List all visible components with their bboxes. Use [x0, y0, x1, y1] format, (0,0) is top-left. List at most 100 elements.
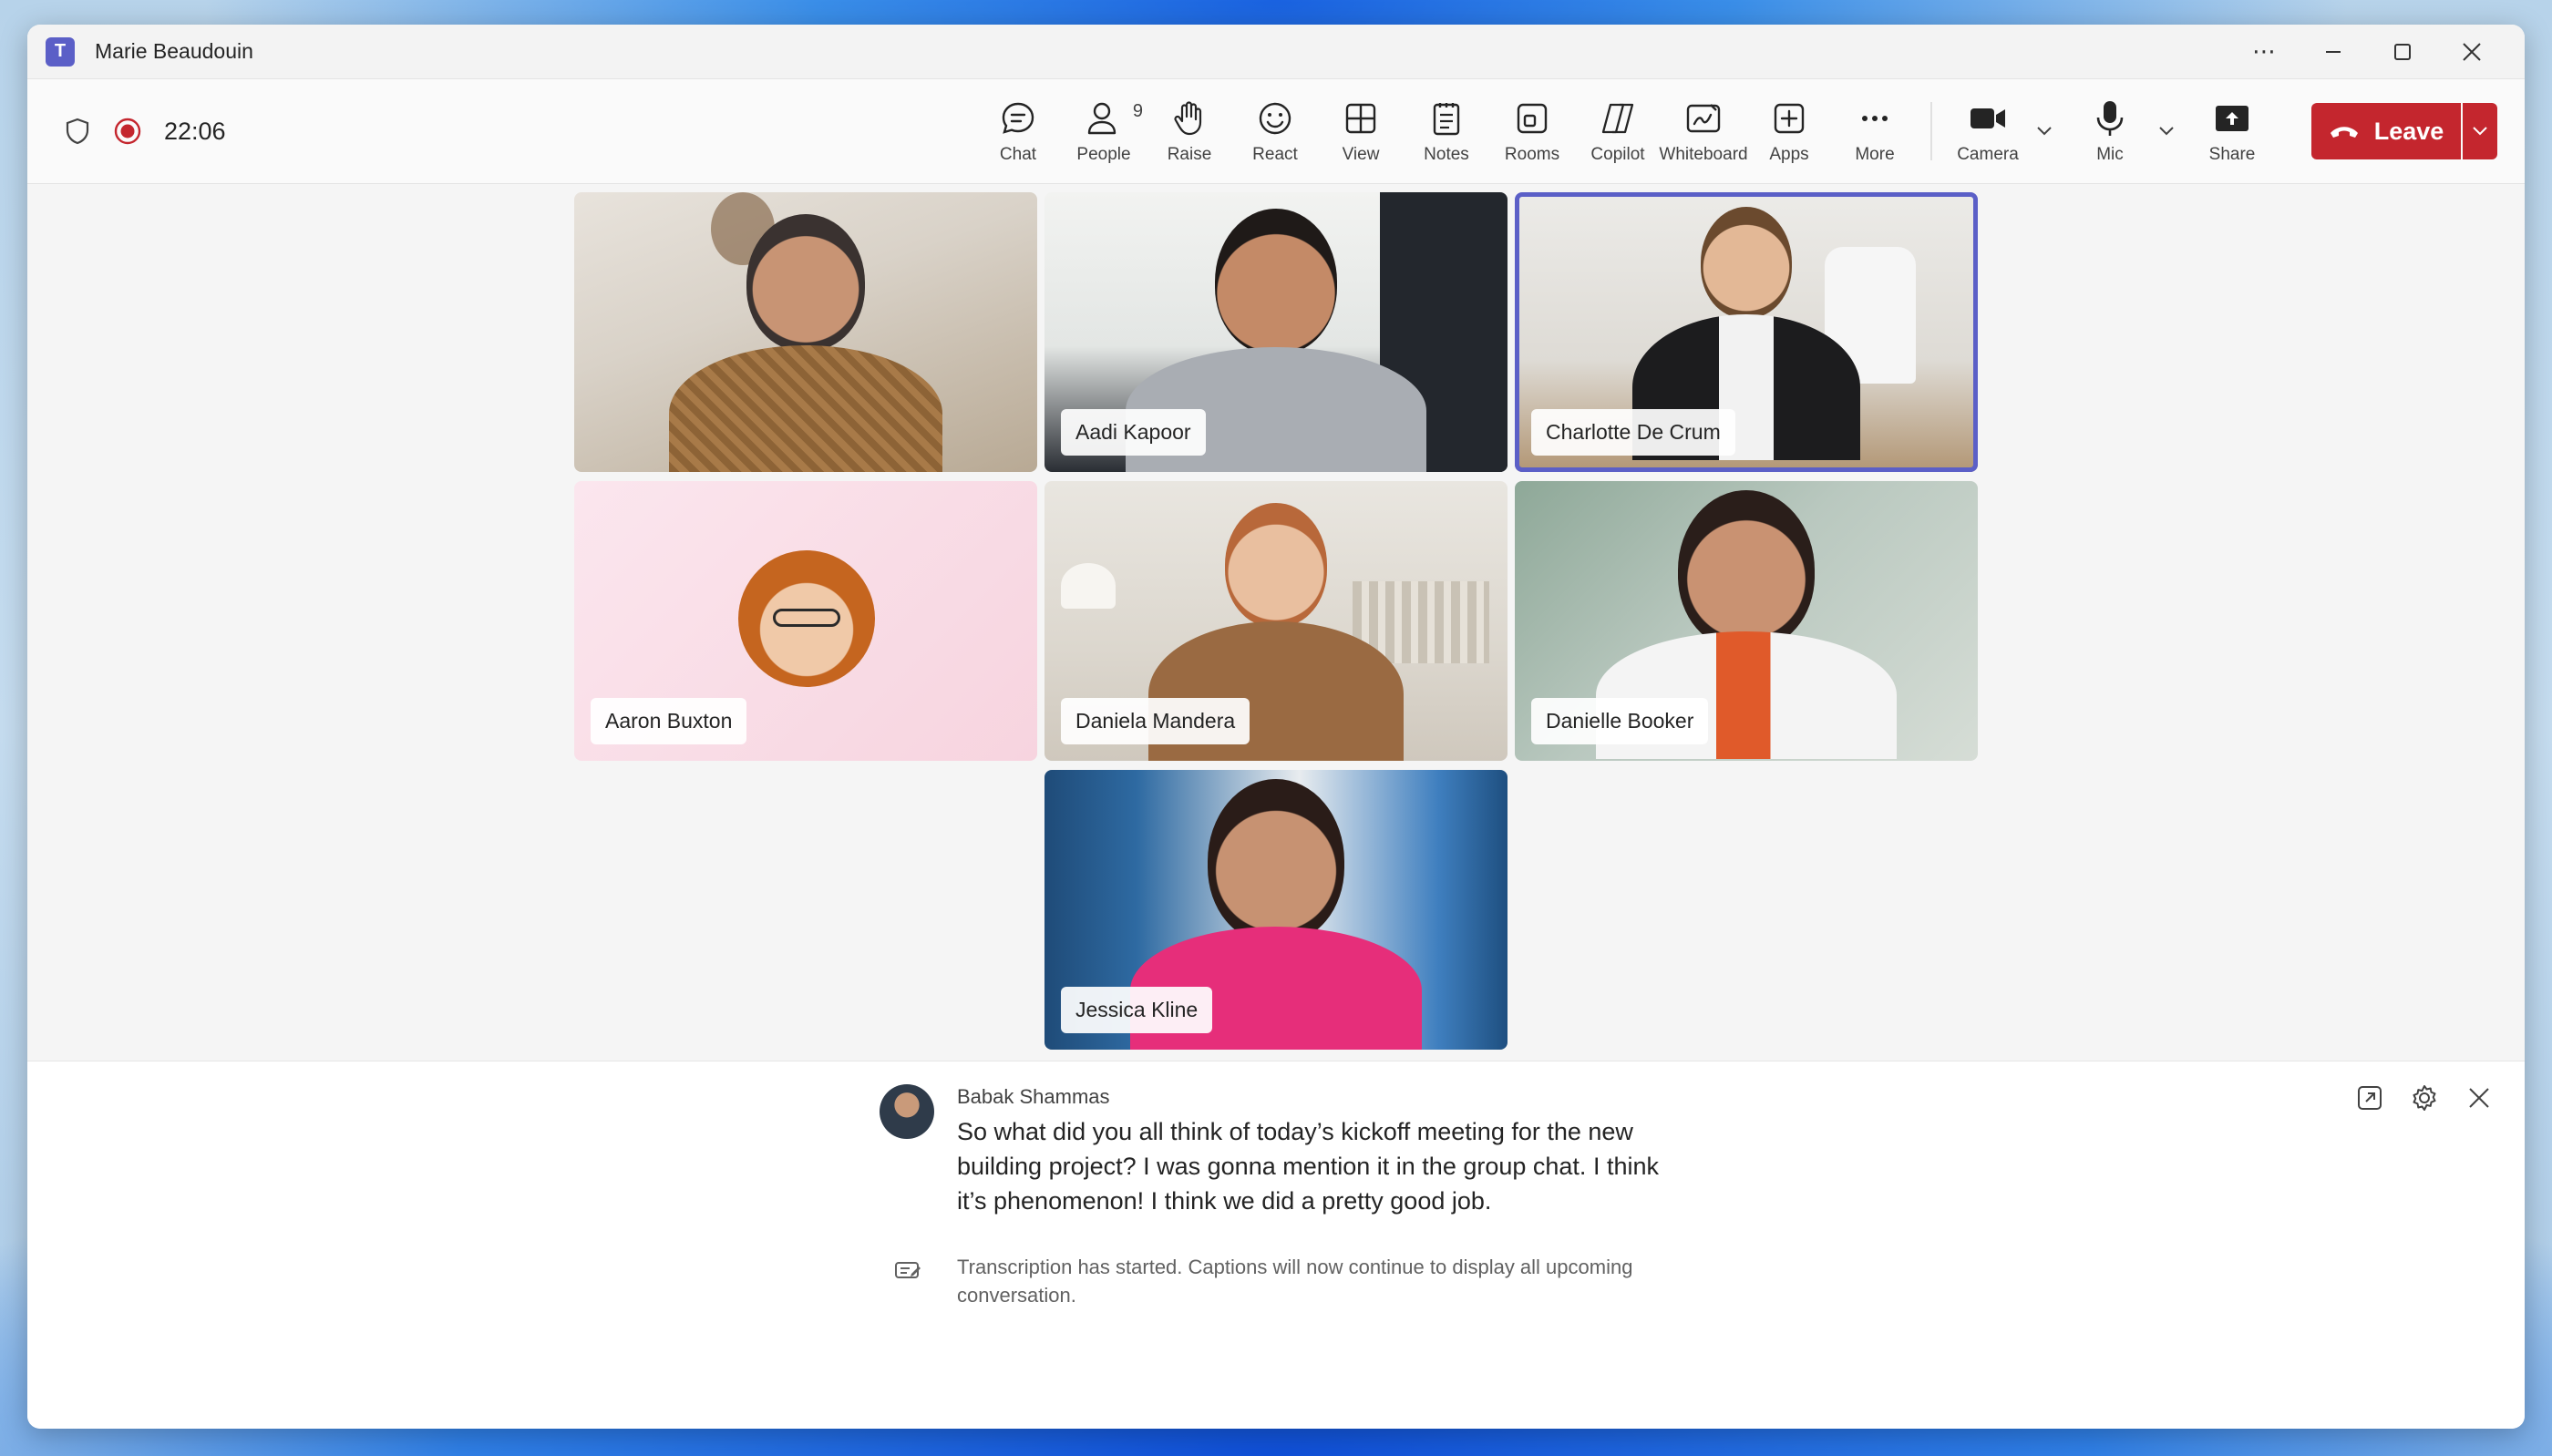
chat-bubble-icon [1002, 102, 1034, 134]
close-icon [2463, 42, 2481, 61]
participant-name-tag: Charlotte De Crum [1531, 409, 1735, 456]
share-screen-icon [2216, 106, 2248, 131]
whiteboard-label: Whiteboard [1659, 145, 1748, 164]
participant-name-tag: Aadi Kapoor [1061, 409, 1206, 456]
leave-label: Leave [2373, 117, 2444, 145]
react-label: React [1252, 145, 1298, 164]
react-button[interactable]: React [1232, 90, 1318, 172]
minimize-icon [2326, 50, 2341, 53]
gear-icon [2413, 1085, 2436, 1111]
leave-options-chevron[interactable] [2463, 103, 2497, 159]
camera-icon [1971, 108, 2005, 128]
title-bar: T Marie Beaudouin ⋯ [27, 25, 2525, 79]
apps-plus-icon [1774, 103, 1805, 134]
people-count-badge: 9 [1132, 101, 1143, 121]
close-icon [2469, 1088, 2489, 1108]
participant-video-tile[interactable]: Aadi Kapoor [1044, 192, 1508, 472]
notes-icon [1433, 103, 1460, 136]
close-window-button[interactable] [2437, 25, 2506, 79]
shield-icon[interactable] [64, 117, 91, 146]
pop-out-captions-button[interactable] [2351, 1080, 2388, 1116]
maximize-button[interactable] [2368, 25, 2437, 79]
mic-options-chevron[interactable] [2153, 90, 2180, 172]
hang-up-phone-icon [2330, 127, 2358, 138]
more-dots-icon [1862, 116, 1888, 121]
caption-tools [2351, 1080, 2497, 1116]
camera-label: Camera [1957, 145, 2019, 164]
share-label: Share [2208, 145, 2256, 164]
caption-text: So what did you all think of today’s kic… [957, 1118, 1659, 1215]
participant-name-tag: Danielle Booker [1531, 698, 1709, 744]
participant-avatar-tile[interactable]: Aaron Buxton [574, 481, 1037, 761]
participant-video-tile[interactable]: Daniela Mandera [1044, 481, 1508, 761]
smiley-icon [1259, 102, 1291, 135]
whiteboard-button[interactable]: Whiteboard [1659, 90, 1748, 172]
toolbar-divider [1930, 102, 1932, 160]
glasses-icon [773, 609, 840, 627]
close-captions-button[interactable] [2461, 1080, 2497, 1116]
view-label: View [1342, 145, 1380, 164]
live-captions-panel: Babak Shammas So what did you all think … [27, 1061, 2525, 1429]
teams-meeting-window: T Marie Beaudouin ⋯ 22:06 Chat 9 People … [27, 25, 2525, 1429]
participant-video-tile-active[interactable]: Charlotte De Crum [1515, 192, 1978, 472]
raise-label: Raise [1167, 145, 1212, 164]
rooms-button[interactable]: Rooms [1489, 90, 1575, 172]
chevron-down-icon [2473, 127, 2487, 136]
window-title: Marie Beaudouin [95, 39, 253, 63]
people-icon [1087, 102, 1116, 135]
participant-name-tag: Daniela Mandera [1061, 698, 1250, 744]
meeting-timer: 22:06 [164, 117, 226, 145]
mic-label: Mic [2096, 145, 2124, 164]
mic-button[interactable]: Mic [2067, 90, 2153, 172]
share-button[interactable]: Share [2189, 90, 2275, 172]
people-label: People [1076, 145, 1131, 164]
teams-logo-icon: T [46, 36, 75, 67]
people-button[interactable]: 9 People [1061, 90, 1147, 172]
notes-label: Notes [1424, 145, 1469, 164]
view-button[interactable]: View [1318, 90, 1404, 172]
more-label: More [1855, 145, 1895, 164]
participant-name-tag: Aaron Buxton [591, 698, 747, 744]
pop-out-icon [2358, 1086, 2382, 1110]
transcription-notice: Transcription has started. Captions will… [957, 1256, 1633, 1307]
microphone-icon [2096, 101, 2124, 136]
background-lamp [1061, 563, 1116, 609]
raise-hand-button[interactable]: Raise [1147, 90, 1232, 172]
chat-label: Chat [999, 145, 1037, 164]
grid-view-icon [1345, 103, 1376, 134]
speaker-avatar [880, 1084, 934, 1139]
participant-video-tile[interactable]: Danielle Booker [1515, 481, 1978, 761]
chat-button[interactable]: Chat [975, 90, 1061, 172]
rooms-icon [1517, 103, 1548, 134]
participant-video-tile[interactable] [574, 192, 1037, 472]
rooms-label: Rooms [1504, 145, 1560, 164]
recording-icon[interactable] [113, 117, 142, 146]
leave-button[interactable]: Leave [2311, 103, 2461, 159]
meeting-toolbar: 22:06 Chat 9 People Raise React View Not… [27, 79, 2525, 184]
caption-speaker-name: Babak Shammas [957, 1085, 1110, 1108]
raise-hand-icon [1174, 101, 1202, 136]
chevron-down-icon [2037, 127, 2052, 136]
more-options-icon[interactable]: ⋯ [2229, 25, 2299, 79]
camera-options-chevron[interactable] [2031, 90, 2058, 172]
copilot-label: Copilot [1590, 145, 1645, 164]
apps-label: Apps [1769, 145, 1809, 164]
participant-avatar [738, 550, 875, 687]
copilot-button[interactable]: Copilot [1575, 90, 1661, 172]
maximize-icon [2394, 43, 2411, 60]
whiteboard-icon [1686, 104, 1721, 133]
apps-button[interactable]: Apps [1746, 90, 1832, 172]
caption-settings-button[interactable] [2406, 1080, 2443, 1116]
meeting-status: 22:06 [64, 117, 975, 146]
leave-control: Leave [2311, 103, 2497, 159]
video-gallery: Aadi Kapoor Charlotte De Crum Aaron Buxt… [27, 184, 2525, 1096]
transcription-icon [893, 1258, 922, 1288]
copilot-icon [1601, 103, 1634, 134]
more-button[interactable]: More [1832, 90, 1918, 172]
participant-figure [669, 214, 942, 472]
notes-button[interactable]: Notes [1404, 90, 1489, 172]
participant-video-tile[interactable]: Jessica Kline [1044, 770, 1508, 1050]
camera-button[interactable]: Camera [1945, 90, 2031, 172]
participant-name-tag: Jessica Kline [1061, 987, 1213, 1033]
minimize-button[interactable] [2299, 25, 2368, 79]
